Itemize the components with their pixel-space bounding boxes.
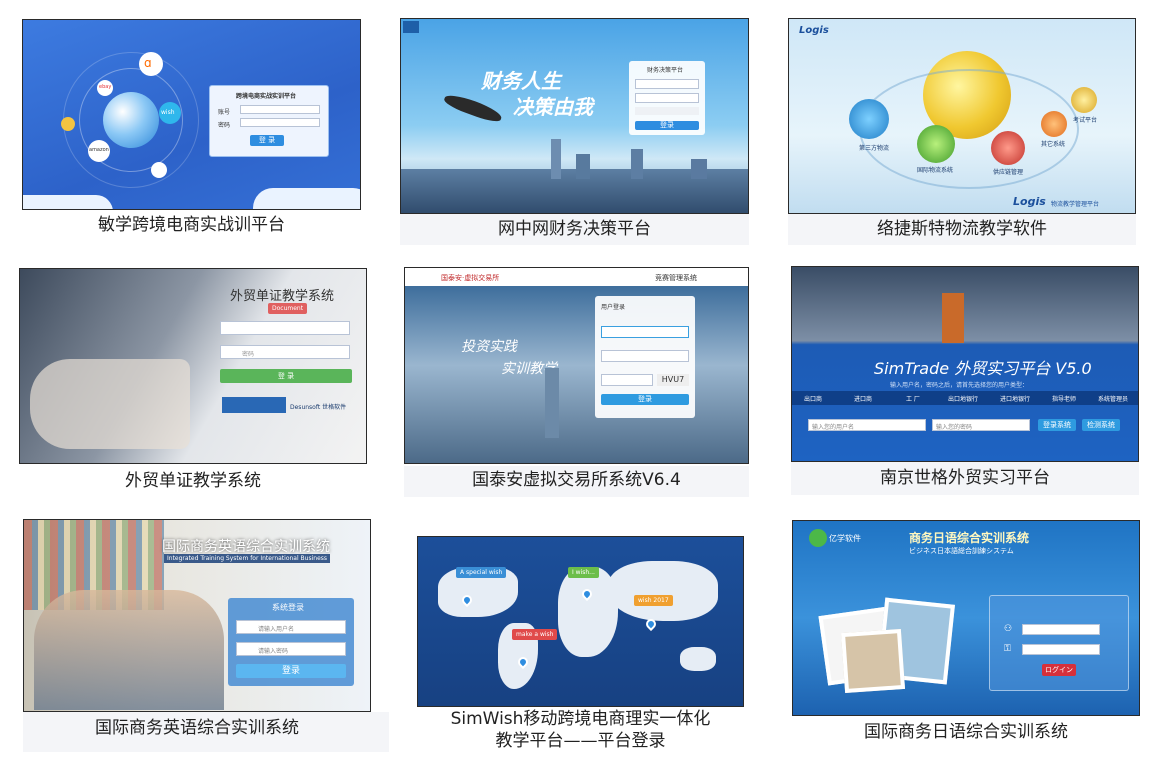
password-input[interactable]	[635, 93, 699, 103]
check-system-button[interactable]: 检测系统	[1082, 419, 1120, 431]
username-input[interactable]	[635, 79, 699, 89]
company-logo-icon	[809, 529, 827, 547]
screenshot-thumbnail[interactable]: 国泰安·虚拟交易所 竞赛管理系统 投资实践 实训教学 用户登录 HVU7 登录	[404, 267, 749, 464]
lock-icon: ⚿	[1004, 644, 1011, 654]
username-input[interactable]	[601, 326, 689, 338]
plane-module-icon[interactable]	[849, 99, 889, 139]
tile-caption: 网中网财务决策平台	[498, 219, 651, 239]
tile-caption: 络捷斯特物流教学软件	[877, 219, 1047, 239]
tile-caption: 敏学跨境电商实战训平台	[98, 215, 285, 235]
document-badge: Document	[268, 303, 308, 314]
login-button[interactable]: 登录	[236, 664, 346, 678]
password-input[interactable]	[240, 118, 320, 127]
other-module-icon[interactable]	[1041, 111, 1067, 137]
screenshot-thumbnail[interactable]: SimTrade 外贸实习平台 V5.0 输入用户名，密码之后，请首先选择您的用…	[791, 266, 1139, 462]
role-factory[interactable]: 工 厂	[906, 394, 920, 403]
login-button[interactable]: 登 录	[220, 369, 352, 383]
login-panel: ⚇ ⚿ ログイン	[989, 595, 1129, 691]
wish-tag: wish 2017	[634, 595, 673, 606]
wish-tag: A special wish	[456, 567, 507, 578]
login-title: 跨境电商实战实训平台	[236, 93, 297, 100]
user-icon: ⚇	[1004, 624, 1013, 634]
login-button[interactable]: 登录	[601, 394, 689, 405]
system-title: 外贸单证教学系统	[230, 289, 335, 304]
system-title: SimTrade 外贸实习平台 V5.0	[874, 359, 1092, 378]
role-select[interactable]	[635, 107, 699, 115]
role-export-bank[interactable]: 出口地银行	[948, 394, 978, 403]
tile-caption: 外贸单证教学系统	[125, 471, 261, 491]
screenshot-thumbnail[interactable]: Logis 第三方物流 国际物流系统 供应链管理 其它系统 考试平台 Logis…	[788, 18, 1136, 214]
password-input[interactable]	[236, 642, 346, 656]
role-import-bank[interactable]: 进口地银行	[1000, 394, 1030, 403]
login-title: 财务决策平台	[647, 67, 684, 74]
cloud-decoration	[253, 188, 360, 209]
tile-caption: 国际商务英语综合实训系统	[95, 718, 299, 738]
slogan-line2: 决策由我	[513, 95, 593, 119]
photo-card	[840, 628, 906, 694]
slogan-line1: 投资实践	[461, 339, 517, 355]
city-photo	[942, 293, 964, 343]
brand-logo: 国泰安·虚拟交易所	[441, 274, 500, 282]
login-panel: 用户登录 HVU7 登录	[595, 296, 695, 418]
login-panel: 财务决策平台 登录	[629, 61, 705, 135]
ebay-icon: ebay	[97, 80, 113, 96]
brand-logo: Logis	[799, 25, 829, 36]
username-input[interactable]	[220, 321, 350, 335]
train-module-icon[interactable]	[917, 125, 955, 163]
system-title: 国际商务英语综合实训系统	[162, 539, 330, 555]
system-title: 商务日语综合实训系统	[909, 531, 1030, 545]
captcha-image[interactable]: HVU7	[657, 374, 689, 386]
cloud-decoration	[23, 195, 113, 209]
truck-module-icon[interactable]	[991, 131, 1025, 165]
screenshot-thumbnail[interactable]: 财务人生 决策由我 财务决策平台 登录	[400, 18, 749, 214]
wish-tag: make a wish	[512, 629, 558, 640]
screenshot-thumbnail[interactable]: 国际商务英语综合实训系统 Integrated Training System …	[23, 519, 371, 712]
world-map	[608, 561, 718, 621]
amazon-icon: amazon	[88, 140, 110, 162]
tile-caption: 国泰安虚拟交易所系统V6.4	[472, 470, 681, 490]
login-button[interactable]: 登录	[635, 121, 699, 130]
eagle-icon	[442, 91, 504, 125]
bulb-icon	[61, 117, 75, 131]
tile-caption: 国际商务日语综合实训系统	[864, 722, 1068, 742]
school-logo	[222, 397, 286, 413]
username-input[interactable]	[1022, 624, 1100, 635]
role-teacher[interactable]: 指导老师	[1052, 394, 1076, 403]
people-photo	[34, 590, 224, 710]
role-admin[interactable]: 系统管理员	[1098, 394, 1128, 403]
vendor-label: Desunsoft 世格软件	[290, 404, 347, 411]
screenshot-thumbnail[interactable]: A special wish I wish... wish 2017 make …	[417, 536, 744, 707]
login-panel: 系统登录 请输入用户名 请输入密码 登录	[228, 598, 354, 686]
captcha-input[interactable]	[601, 374, 653, 386]
tile-caption-line1: SimWish移动跨境电商理实一体化	[450, 709, 711, 729]
tile-caption: 南京世格外贸实习平台	[880, 468, 1050, 488]
login-button[interactable]: ログイン	[1042, 664, 1076, 676]
exam-module-icon[interactable]	[1071, 87, 1097, 113]
login-button[interactable]: 登 录	[250, 135, 284, 146]
password-input[interactable]	[1022, 644, 1100, 655]
password-input[interactable]	[601, 350, 689, 362]
role-exporter[interactable]: 出口商	[804, 394, 822, 403]
app-logo-icon	[403, 21, 419, 33]
screenshot-thumbnail[interactable]: 外贸单证教学系统 Document 密码 登 录 Desunsoft 世格软件	[19, 268, 367, 464]
scale-icon	[151, 162, 167, 178]
login-panel: 跨境电商实战实训平台 账号 密码 登 录	[209, 85, 329, 157]
login-button[interactable]: 登录系统	[1038, 419, 1076, 431]
skyscraper-photo	[545, 368, 559, 438]
wish-tag: I wish...	[568, 567, 599, 578]
role-importer[interactable]: 进口商	[854, 394, 872, 403]
alibaba-icon: ɑ	[139, 52, 163, 76]
wish-icon: wish	[159, 102, 181, 124]
business-hand-photo	[30, 359, 190, 449]
screenshot-thumbnail[interactable]: 亿学软件 商务日语综合实训系统 ビジネス日本語総合訓練システム ⚇ ⚿ ログイン	[792, 520, 1140, 716]
username-input[interactable]	[240, 105, 320, 114]
tile-caption-line2: 教学平台——平台登录	[495, 731, 666, 751]
screenshot-thumbnail[interactable]: ɑ wish amazon ebay 跨境电商实战实训平台 账号 密码 登 录	[22, 19, 361, 210]
world-map	[680, 647, 716, 671]
slogan-line1: 财务人生	[481, 69, 561, 93]
password-input[interactable]	[220, 345, 350, 359]
